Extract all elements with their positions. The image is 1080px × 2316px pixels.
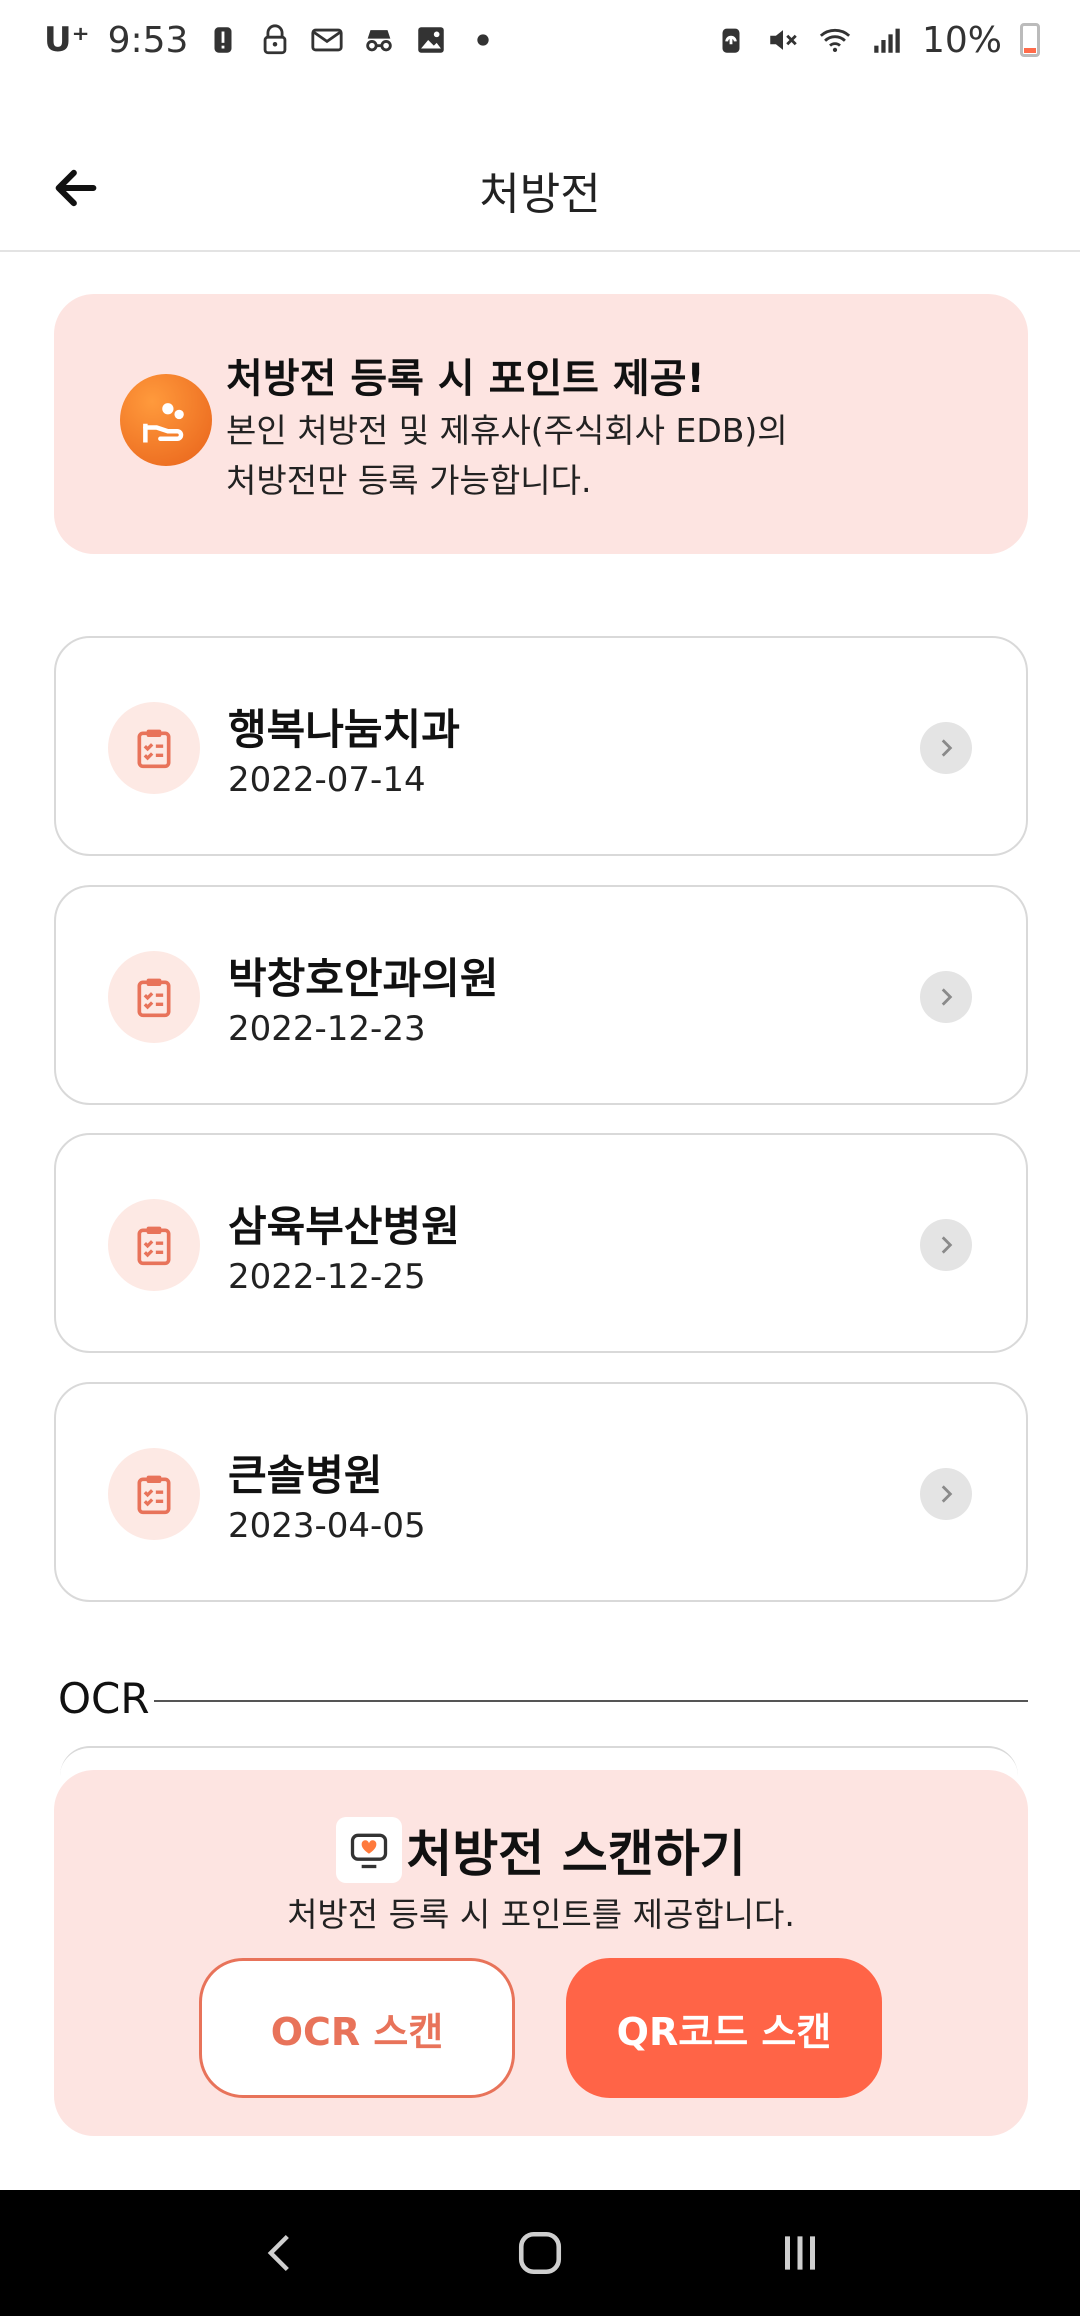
ocr-divider	[150, 1700, 1028, 1702]
prescription-date: 2022-12-23	[228, 1009, 426, 1049]
clipboard-icon	[108, 1448, 200, 1540]
heart-monitor-icon	[336, 1817, 403, 1883]
mail-icon	[310, 23, 344, 57]
recents-icon	[785, 2236, 815, 2270]
signal-icon	[870, 23, 904, 57]
hospital-name: 큰솔병원	[228, 1451, 383, 1500]
promo-banner: 처방전 등록 시 포인트 제공! 본인 처방전 및 제휴사(주식회사 EDB)의…	[54, 294, 1028, 554]
chevron-left-icon	[267, 2234, 289, 2272]
prescription-date: 2023-04-05	[228, 1506, 426, 1546]
hand-gift-icon	[120, 374, 212, 466]
hospital-name: 박창호안과의원	[228, 954, 499, 1003]
ocr-section-label: OCR	[58, 1674, 154, 1723]
page-title: 처방전	[479, 169, 601, 220]
chevron-right-icon	[920, 722, 972, 774]
nav-recents-button[interactable]	[760, 2213, 840, 2293]
carrier-label: U⁺	[44, 20, 90, 60]
clipboard-icon	[108, 951, 200, 1043]
promo-desc-line1: 본인 처방전 및 제휴사(주식회사 EDB)의	[226, 411, 788, 450]
scan-title: 처방전 스캔하기	[406, 1825, 746, 1883]
mute-icon	[766, 23, 800, 57]
home-square-icon	[518, 2231, 562, 2275]
clipboard-icon	[108, 702, 200, 794]
battery-icon	[1020, 23, 1040, 57]
chevron-right-icon	[920, 1219, 972, 1271]
app-header: 처방전	[0, 120, 1080, 252]
status-bar: U⁺ 9:53 10%	[0, 0, 1080, 80]
prescription-card[interactable]: 박창호안과의원 2022-12-23	[54, 885, 1028, 1105]
wifi-icon	[818, 23, 852, 57]
battery-percent: 10%	[921, 19, 1002, 61]
lock-icon	[258, 23, 292, 57]
status-right: 10%	[714, 20, 1040, 61]
clipboard-icon	[108, 1199, 200, 1291]
dot-icon	[466, 23, 500, 57]
prescription-card[interactable]: 큰솔병원 2023-04-05	[54, 1382, 1028, 1602]
promo-description: 본인 처방전 및 제휴사(주식회사 EDB)의 처방전만 등록 가능합니다.	[226, 406, 1006, 506]
prescription-card[interactable]: 행복나눔치과 2022-07-14	[54, 636, 1028, 856]
prescription-date: 2022-07-14	[228, 760, 426, 800]
chevron-right-icon	[920, 1468, 972, 1520]
system-nav-bar	[0, 2190, 1080, 2316]
alert-icon	[206, 23, 240, 57]
chevron-right-icon	[920, 971, 972, 1023]
nav-back-button[interactable]	[240, 2213, 320, 2293]
battery-saver-icon	[714, 23, 748, 57]
prescription-date: 2022-12-25	[228, 1257, 426, 1297]
status-left: U⁺ 9:53	[44, 20, 500, 61]
hospital-name: 삼육부산병원	[228, 1202, 460, 1251]
qr-scan-button[interactable]: QR코드 스캔	[566, 1958, 882, 2098]
promo-title: 처방전 등록 시 포인트 제공!	[226, 356, 705, 402]
hospital-name: 행복나눔치과	[228, 705, 460, 754]
ocr-scan-button[interactable]: OCR 스캔	[199, 1958, 515, 2098]
image-icon	[414, 23, 448, 57]
nav-home-button[interactable]	[500, 2213, 580, 2293]
promo-desc-line2: 처방전만 등록 가능합니다.	[226, 461, 592, 500]
scan-title-row: 처방전 스캔하기	[54, 1814, 1028, 1886]
scan-subtitle: 처방전 등록 시 포인트를 제공합니다.	[287, 1895, 795, 1934]
prescription-card[interactable]: 삼육부산병원 2022-12-25	[54, 1133, 1028, 1353]
status-time: 9:53	[107, 19, 189, 61]
scan-panel: 처방전 스캔하기 처방전 등록 시 포인트를 제공합니다. OCR 스캔 QR코…	[54, 1770, 1028, 2136]
incognito-icon	[362, 23, 396, 57]
